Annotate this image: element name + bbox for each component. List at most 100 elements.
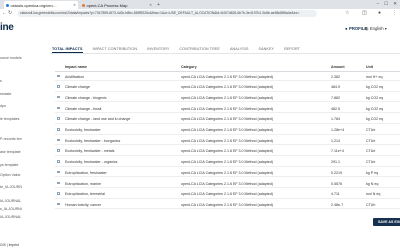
url-text: classroll.lca.greendelta.com/cs/2/data/i… xyxy=(20,11,300,16)
cell-unit: kg N eq xyxy=(366,181,379,186)
col-header-unit[interactable]: Unit xyxy=(366,65,373,69)
sidebar-item[interactable]: P-records tem xyxy=(0,137,22,141)
cell-category: openLCA LCIA Categories 2.1.6 EF 3.0 Met… xyxy=(181,74,273,79)
cell-category: openLCA LCIA Categories 2.1.6 EF 3.0 Met… xyxy=(181,202,273,207)
cell-category: openLCA LCIA Categories 2.1.6 EF 3.0 Met… xyxy=(181,149,273,154)
browser-tab-label: ostools.openlca.org/cen… xyxy=(10,2,57,8)
cell-name: Climate change xyxy=(65,85,90,90)
table-row[interactable]: Ecotoxicity, freshwater - organics openLC… xyxy=(55,159,400,167)
profile-button[interactable]: ● PROFILE xyxy=(345,26,367,31)
result-tab[interactable]: REPORT xyxy=(284,46,300,53)
table-row[interactable]: Climate change openLCA LCIA Categories 2.… xyxy=(55,84,400,92)
cell-category: openLCA LCIA Categories 2.1.6 EF 3.0 Met… xyxy=(181,181,273,186)
impact-category-icon xyxy=(57,170,60,174)
sidebar-item[interactable]: ewaste xyxy=(0,92,22,96)
impact-category-icon xyxy=(57,106,60,110)
language-label: English xyxy=(369,26,384,31)
table-row[interactable]: Eutrophication, marine openLCA LCIA Categ… xyxy=(55,180,400,188)
cell-name: Climate change - biogenic xyxy=(65,95,107,100)
cell-amount: 1.784 xyxy=(331,117,340,122)
impact-category-icon xyxy=(57,138,60,142)
table-row[interactable]: Acidification openLCA LCIA Categories 2.1… xyxy=(55,73,400,81)
language-selector[interactable]: ◍ English ▾ xyxy=(365,26,387,31)
cell-category: openLCA LCIA Categories 2.1.6 EF 3.0 Met… xyxy=(181,128,273,132)
address-bar[interactable]: classroll.lca.greendelta.com/cs/2/data/i… xyxy=(17,10,317,17)
browser-tab-1[interactable]: ostools.openlca.org/cen… ✕ xyxy=(4,1,78,9)
table-row[interactable]: Ecotoxicity, freshwater - metals openLCA … xyxy=(55,148,400,156)
result-tab[interactable]: IMPACT CONTRIBUTION xyxy=(93,46,138,53)
cell-name: Climate change - fossil xyxy=(65,106,102,111)
kebab-menu-icon[interactable]: ⋮ xyxy=(392,10,397,16)
impact-category-icon xyxy=(57,181,60,185)
col-header-name[interactable]: Impact name xyxy=(65,65,87,69)
cell-category: openLCA LCIA Categories 2.1.6 EF 3.0 Met… xyxy=(181,192,273,197)
close-tab-icon[interactable]: ✕ xyxy=(149,3,152,7)
col-header-category[interactable]: Category xyxy=(181,65,197,69)
sidebar-footer[interactable]: GIX | Imprint xyxy=(0,243,22,247)
sidebar-item[interactable]: IA-JOURNAL xyxy=(0,215,22,219)
sidebar-item[interactable]: ource models xyxy=(0,56,22,60)
cell-unit: CTUe xyxy=(366,128,376,132)
table-row[interactable]: Ecotoxicity, freshwater - inorganics open… xyxy=(55,137,400,146)
new-tab-icon[interactable]: + xyxy=(157,2,160,8)
cell-category: openLCA LCIA Categories 2.1.6 EF 3.0 Met… xyxy=(181,117,273,122)
result-tab[interactable]: CONTRIBUTION TREE xyxy=(179,46,220,53)
cell-amount: 291.1 xyxy=(331,160,340,165)
extensions-icon[interactable]: ◫ xyxy=(362,10,367,16)
result-tab[interactable]: ANALYSIS xyxy=(230,46,249,53)
browser-tab-2[interactable]: openLCA Process Map ✕ xyxy=(80,1,154,9)
sidebar-item[interactable]: IA-JOURNAL xyxy=(0,199,22,203)
save-as-excel-button[interactable]: SAVE AS EXCEL xyxy=(373,218,400,226)
cell-unit: kg P eq xyxy=(366,170,379,175)
table-row[interactable]: Human toxicity, cancer openLCA LCIA Categ… xyxy=(55,201,400,210)
sidebar-item[interactable]: s xyxy=(0,79,22,83)
cell-amount: 7.882 xyxy=(331,95,340,100)
app-header xyxy=(0,18,400,39)
sidebar-item[interactable]: le templates xyxy=(0,117,22,121)
cell-amount: 1.28e+4 xyxy=(331,128,345,132)
table-row[interactable]: Ecotoxicity, freshwater openLCA LCIA Cate… xyxy=(55,127,400,135)
cell-amount: 482.5 xyxy=(331,106,340,111)
cell-category: openLCA LCIA Categories 2.1.6 EF 3.0 Met… xyxy=(181,95,273,100)
table-row[interactable]: Eutrophication, terrestrial openLCA LCIA … xyxy=(55,191,400,199)
bookmark-star-icon[interactable]: ☆ xyxy=(345,10,349,16)
result-tab[interactable]: INVENTORY xyxy=(147,46,169,53)
cell-category: openLCA LCIA Categories 2.1.6 EF 3.0 Met… xyxy=(181,160,273,165)
sidebar-item[interactable]: dpu xyxy=(0,104,22,108)
user-icon: ● xyxy=(345,26,348,31)
reload-icon[interactable]: ↻ xyxy=(8,10,12,16)
cell-name: Eutrophication, freshwater xyxy=(65,170,107,175)
site-favicon-icon xyxy=(6,3,9,7)
sidebar-item[interactable]: Option Value xyxy=(0,173,22,177)
result-tab[interactable]: TOTAL IMPACTS xyxy=(52,46,83,53)
site-favicon-icon xyxy=(82,3,85,7)
sidebar-item[interactable]: s_IA-JOURNA xyxy=(0,207,22,211)
sidebar-item[interactable]: ys template xyxy=(0,163,22,167)
cell-name: Eutrophication, terrestrial xyxy=(65,192,105,197)
cell-category: openLCA LCIA Categories 2.1.6 EF 3.0 Met… xyxy=(181,170,273,175)
impact-category-icon xyxy=(57,160,60,163)
result-tab[interactable]: SANKEY xyxy=(259,46,275,53)
cell-category: openLCA LCIA Categories 2.1.6 EF 3.0 Met… xyxy=(181,106,273,111)
cell-amount: 2.382 xyxy=(331,74,340,79)
back-arrow-icon[interactable]: ← xyxy=(2,10,7,16)
minimize-icon[interactable]: – xyxy=(377,1,380,7)
col-header-amount[interactable]: Amount xyxy=(331,65,345,69)
close-window-icon[interactable]: ✕ xyxy=(393,1,397,7)
impact-category-icon xyxy=(57,85,60,88)
chevron-down-icon: ▾ xyxy=(384,26,387,31)
window-controls: – ☐ ✕ xyxy=(377,1,397,7)
cell-name: Human toxicity, cancer xyxy=(65,202,102,207)
maximize-icon[interactable]: ☐ xyxy=(384,1,388,7)
impact-category-icon xyxy=(57,149,60,152)
sidebar-item[interactable]: ase template xyxy=(0,150,22,154)
cell-category: openLCA LCIA Categories 2.1.6 EF 3.0 Met… xyxy=(181,85,273,90)
account-icon[interactable]: ● xyxy=(378,10,381,16)
table-row[interactable]: Climate change - land use and lu change o… xyxy=(55,116,400,124)
table-row[interactable]: Eutrophication, freshwater openLCA LCIA C… xyxy=(55,169,400,178)
app-logo[interactable]: ine xyxy=(0,22,14,33)
table-row[interactable]: Climate change - fossil openLCA LCIA Cate… xyxy=(55,105,400,114)
table-row[interactable]: Climate change - biogenic openLCA LCIA Ca… xyxy=(55,94,400,103)
sidebar-item[interactable]: te_IA-JOURN xyxy=(0,185,22,189)
close-tab-icon[interactable]: ✕ xyxy=(73,3,76,7)
